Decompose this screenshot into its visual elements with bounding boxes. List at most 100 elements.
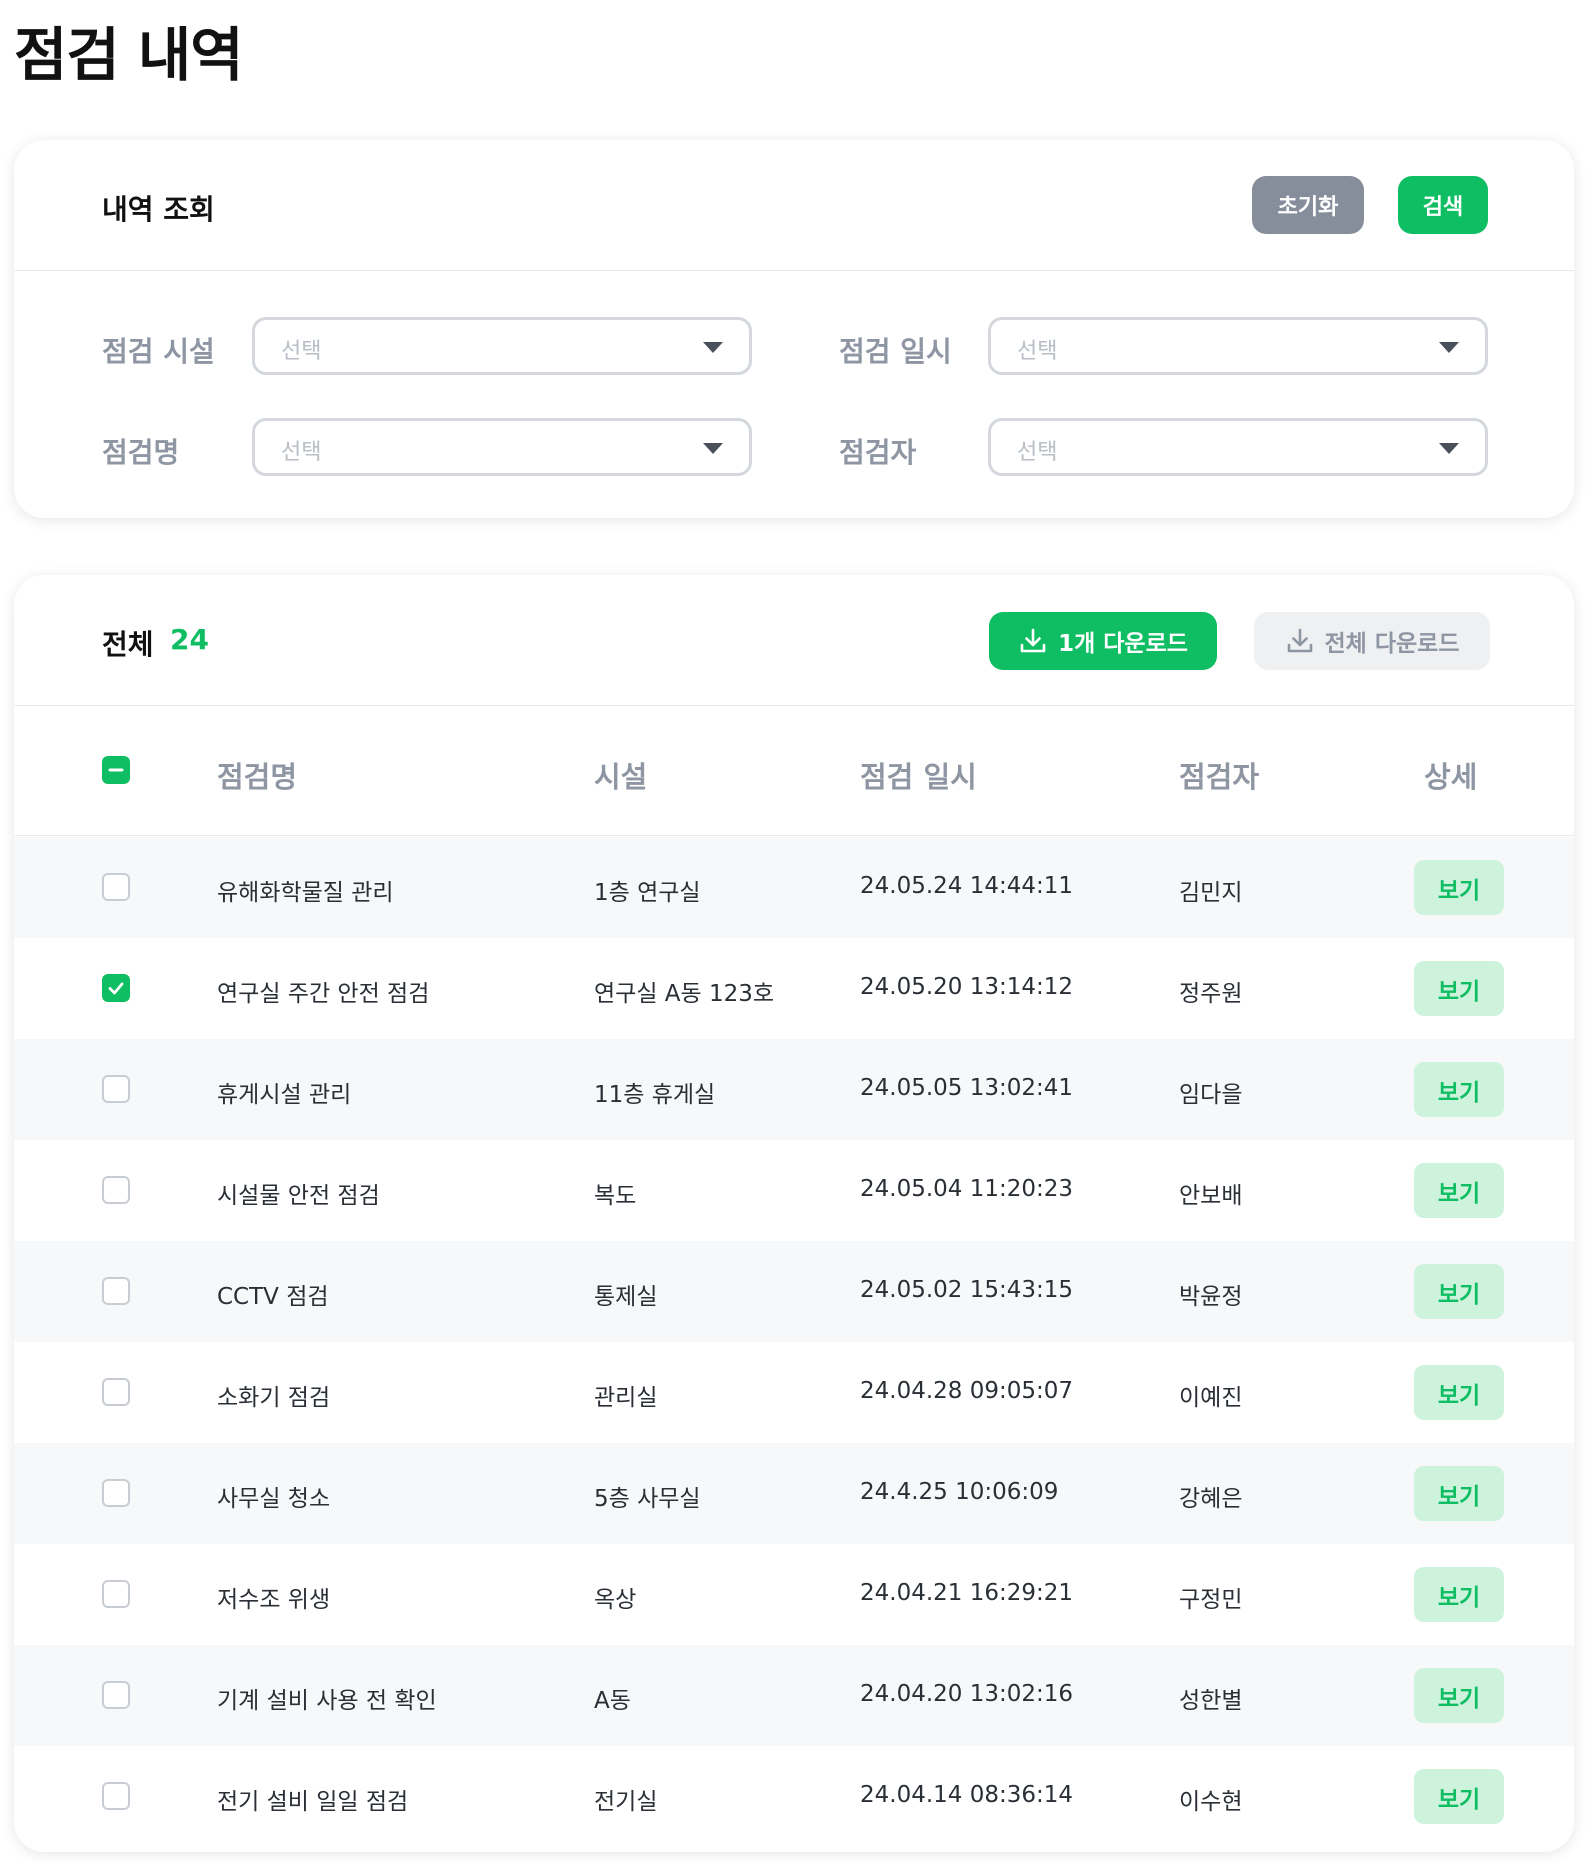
row-inspector: 안보배	[1179, 1183, 1243, 1209]
row-facility: 연구실 A동 123호	[594, 981, 775, 1007]
table-row: 소화기 점검 관리실 24.04.28 09:05:07 이예진 보기	[14, 1342, 1574, 1443]
view-button[interactable]: 보기	[1414, 1163, 1504, 1218]
row-datetime: 24.05.04 11:20:23	[860, 1176, 1074, 1202]
inspection-name-select[interactable]: 선택	[252, 418, 752, 476]
inspection-name-label: 점검명	[102, 436, 180, 469]
row-name: 유해화학물질 관리	[217, 880, 394, 906]
row-facility: 전기실	[594, 1789, 658, 1815]
view-button[interactable]: 보기	[1414, 860, 1504, 915]
row-facility: 5층 사무실	[594, 1486, 701, 1512]
column-header-datetime[interactable]: 점검 일시	[860, 754, 977, 796]
row-inspector: 성한별	[1179, 1688, 1243, 1714]
row-inspector: 이수현	[1179, 1789, 1243, 1815]
download-selected-button[interactable]: 1개 다운로드	[989, 612, 1217, 670]
row-inspector: 김민지	[1179, 880, 1243, 906]
row-name: 휴게시설 관리	[217, 1082, 352, 1108]
row-checkbox[interactable]	[102, 873, 130, 901]
table-row: 사무실 청소 5층 사무실 24.4.25 10:06:09 강혜은 보기	[14, 1443, 1574, 1544]
row-checkbox[interactable]	[102, 1176, 130, 1204]
table-row: 휴게시설 관리 11층 휴게실 24.05.05 13:02:41 임다을 보기	[14, 1039, 1574, 1140]
total-label: 전체	[102, 628, 154, 661]
view-button[interactable]: 보기	[1414, 1062, 1504, 1117]
row-checkbox[interactable]	[102, 1479, 130, 1507]
filter-card: 내역 조회 초기화 검색 점검 시설 선택 점검 일시 선택 점검명 선택 점검…	[14, 140, 1574, 518]
download-all-label: 전체 다운로드	[1324, 631, 1460, 657]
facility-select[interactable]: 선택	[252, 317, 752, 375]
total-count: 24	[170, 623, 209, 656]
view-button[interactable]: 보기	[1414, 961, 1504, 1016]
table-row: 전기 설비 일일 점검 전기실 24.04.14 08:36:14 이수현 보기	[14, 1746, 1574, 1847]
page-title: 점검 내역	[14, 21, 244, 89]
row-facility: 복도	[594, 1183, 637, 1209]
table-row: 저수조 위생 옥상 24.04.21 16:29:21 구정민 보기	[14, 1544, 1574, 1645]
table-row: 기계 설비 사용 전 확인 A동 24.04.20 13:02:16 성한별 보…	[14, 1645, 1574, 1746]
row-datetime: 24.05.24 14:44:11	[860, 873, 1074, 899]
row-name: 연구실 주간 안전 점검	[217, 981, 430, 1007]
row-facility: 1층 연구실	[594, 880, 701, 906]
caret-down-icon	[1439, 443, 1459, 454]
column-header-name[interactable]: 점검명	[217, 754, 297, 796]
view-button[interactable]: 보기	[1414, 1466, 1504, 1521]
row-inspector: 구정민	[1179, 1587, 1243, 1613]
datetime-select[interactable]: 선택	[988, 317, 1488, 375]
row-checkbox[interactable]	[102, 1378, 130, 1406]
caret-down-icon	[1439, 342, 1459, 353]
row-facility: 관리실	[594, 1385, 658, 1411]
check-icon	[108, 982, 124, 995]
row-inspector: 강혜은	[1179, 1486, 1243, 1512]
column-header-detail: 상세	[1424, 760, 1478, 794]
facility-label: 점검 시설	[102, 335, 215, 368]
caret-down-icon	[703, 443, 723, 454]
download-selected-label: 1개 다운로드	[1058, 631, 1188, 657]
row-datetime: 24.05.02 15:43:15	[860, 1277, 1074, 1303]
column-header-inspector[interactable]: 점검자	[1179, 754, 1259, 796]
row-checkbox[interactable]	[102, 1277, 130, 1305]
column-header-facility[interactable]: 시설	[594, 754, 647, 796]
row-datetime: 24.4.25 10:06:09	[860, 1479, 1059, 1505]
list-card: 전체 24 1개 다운로드 전체 다운로드 점검명 시설 점검 일시 점검자 상…	[14, 575, 1574, 1852]
row-datetime: 24.05.05 13:02:41	[860, 1075, 1074, 1101]
row-checkbox[interactable]	[102, 1782, 130, 1810]
row-inspector: 정주원	[1179, 981, 1243, 1007]
row-name: 전기 설비 일일 점검	[217, 1789, 409, 1815]
row-facility: 옥상	[594, 1587, 637, 1613]
row-datetime: 24.05.20 13:14:12	[860, 974, 1074, 1000]
row-inspector: 임다을	[1179, 1082, 1243, 1108]
facility-select-placeholder: 선택	[281, 339, 322, 364]
filter-header: 내역 조회 초기화 검색	[14, 140, 1574, 271]
view-button[interactable]: 보기	[1414, 1365, 1504, 1420]
page: 점검 내역 내역 조회 초기화 검색 점검 시설 선택 점검 일시 선택 점검명…	[0, 0, 1587, 1863]
table-header: 점검명 시설 점검 일시 점검자 상세	[14, 706, 1574, 836]
download-all-button[interactable]: 전체 다운로드	[1254, 612, 1490, 670]
view-button[interactable]: 보기	[1414, 1567, 1504, 1622]
inspector-select[interactable]: 선택	[988, 418, 1488, 476]
row-datetime: 24.04.20 13:02:16	[860, 1681, 1074, 1707]
view-button[interactable]: 보기	[1414, 1769, 1504, 1824]
row-datetime: 24.04.28 09:05:07	[860, 1378, 1074, 1404]
datetime-select-placeholder: 선택	[1017, 339, 1058, 364]
table-row: 시설물 안전 점검 복도 24.05.04 11:20:23 안보배 보기	[14, 1140, 1574, 1241]
row-name: 저수조 위생	[217, 1587, 331, 1613]
list-header: 전체 24 1개 다운로드 전체 다운로드	[14, 575, 1574, 706]
row-checkbox[interactable]	[102, 974, 130, 1002]
filter-title: 내역 조회	[102, 193, 215, 226]
table-row: 유해화학물질 관리 1층 연구실 24.05.24 14:44:11 김민지 보…	[14, 837, 1574, 938]
reset-button[interactable]: 초기화	[1252, 176, 1364, 234]
inspector-label: 점검자	[839, 436, 917, 469]
search-button[interactable]: 검색	[1398, 176, 1488, 234]
row-checkbox[interactable]	[102, 1075, 130, 1103]
view-button[interactable]: 보기	[1414, 1668, 1504, 1723]
row-facility: A동	[594, 1688, 631, 1714]
view-button[interactable]: 보기	[1414, 1264, 1504, 1319]
row-name: 소화기 점검	[217, 1385, 331, 1411]
datetime-label: 점검 일시	[839, 335, 952, 368]
table-row: 연구실 주간 안전 점검 연구실 A동 123호 24.05.20 13:14:…	[14, 938, 1574, 1039]
row-datetime: 24.04.21 16:29:21	[860, 1580, 1074, 1606]
row-checkbox[interactable]	[102, 1580, 130, 1608]
row-datetime: 24.04.14 08:36:14	[860, 1782, 1074, 1808]
row-name: 기계 설비 사용 전 확인	[217, 1688, 437, 1714]
row-facility: 통제실	[594, 1284, 658, 1310]
select-all-checkbox[interactable]	[102, 756, 130, 784]
minus-icon	[108, 768, 124, 772]
row-checkbox[interactable]	[102, 1681, 130, 1709]
